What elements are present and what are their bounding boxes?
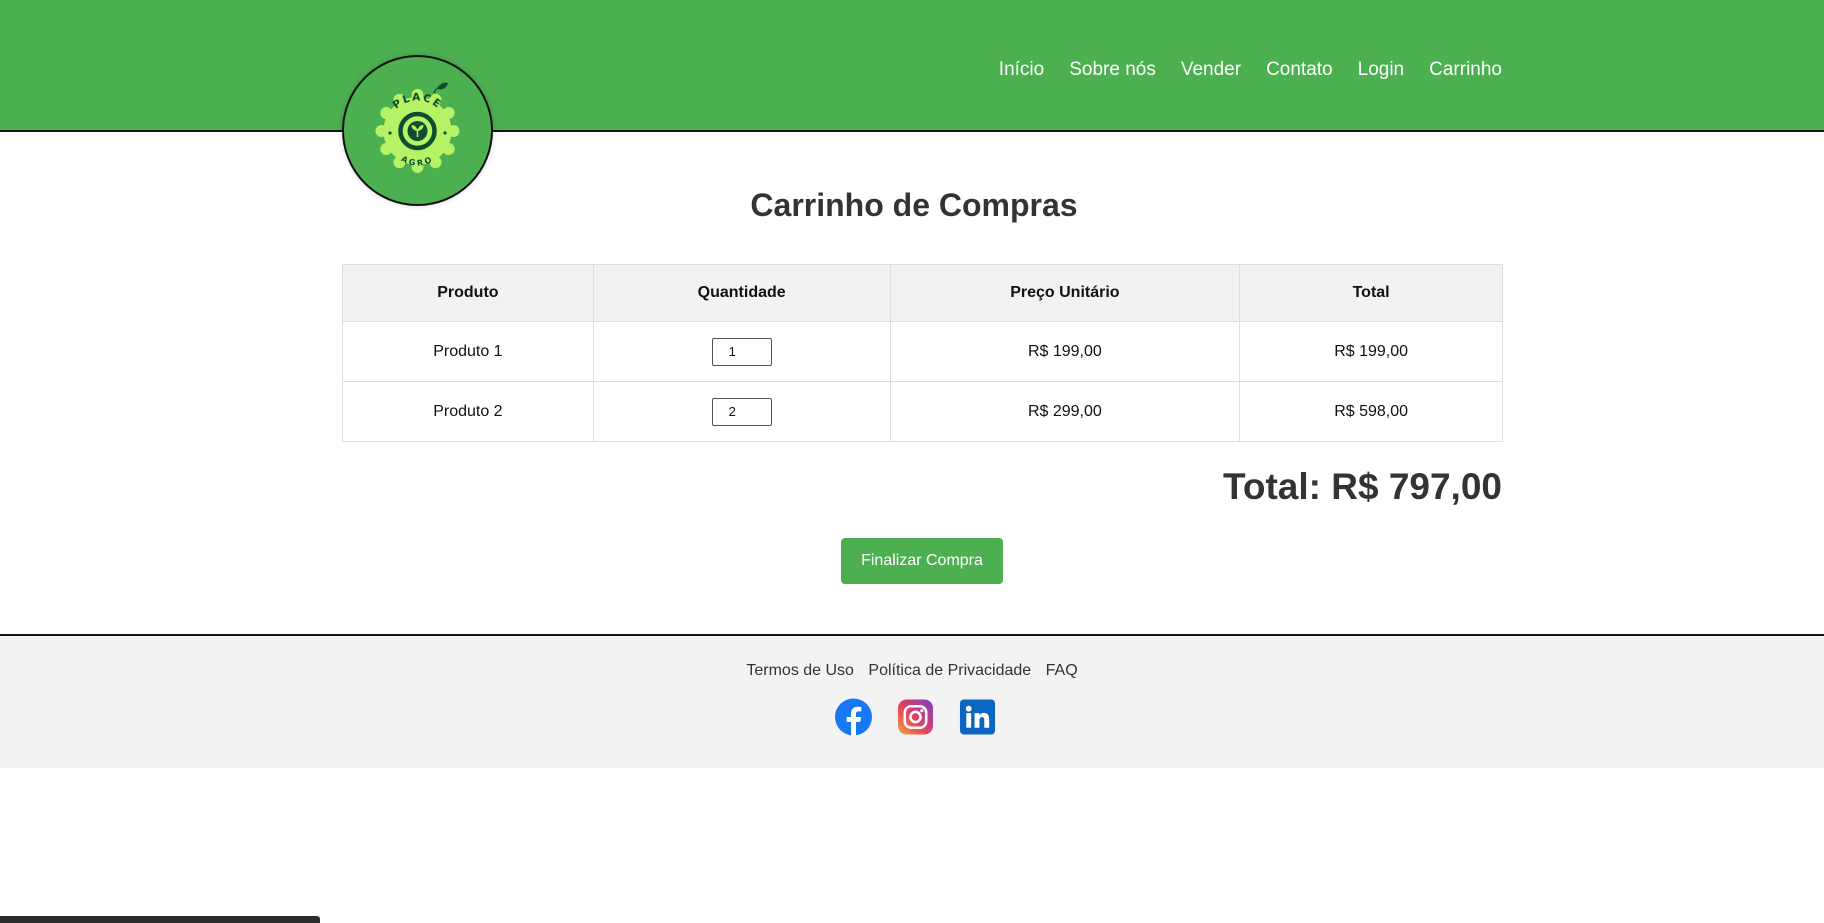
row-total: R$ 199,00 [1239,321,1503,382]
nav-link-carrinho[interactable]: Carrinho [1429,58,1502,82]
cart-table: Produto Quantidade Preço Unitário Total … [342,264,1503,442]
unit-price: R$ 199,00 [889,321,1241,382]
footer-link-faq[interactable]: FAQ [1046,662,1078,679]
column-header-preco-unitario: Preço Unitário [889,264,1241,322]
nav-link-sobre-nos[interactable]: Sobre nós [1069,58,1156,82]
column-header-produto: Produto [342,264,594,322]
table-row: Produto 2 R$ 299,00 R$ 598,00 [342,381,1503,442]
social-links [835,698,996,736]
grand-total: Total: R$ 797,00 [1223,466,1502,507]
linkedin-icon[interactable] [959,698,996,736]
instagram-icon[interactable] [897,698,934,736]
column-header-total: Total [1239,264,1503,322]
footer-link-privacidade[interactable]: Política de Privacidade [868,662,1031,679]
quantity-cell [592,321,891,382]
checkout-button[interactable]: Finalizar Compra [841,538,1003,584]
main-nav: Início Sobre nós Vender Contato Login Ca… [974,58,1502,82]
leaf-logo-icon: PLACE AGRO [375,82,460,173]
unit-price: R$ 299,00 [889,381,1241,442]
footer-link-termos[interactable]: Termos de Uso [746,662,854,679]
quantity-cell [592,381,891,442]
table-header-row: Produto Quantidade Preço Unitário Total [342,264,1503,322]
product-name: Produto 2 [342,381,594,442]
nav-link-login[interactable]: Login [1358,58,1405,82]
product-name: Produto 1 [342,321,594,382]
table-row: Produto 1 R$ 199,00 R$ 199,00 [342,321,1503,382]
facebook-icon[interactable] [835,698,872,736]
row-total: R$ 598,00 [1239,381,1503,442]
quantity-input[interactable] [711,397,772,426]
nav-link-vender[interactable]: Vender [1181,58,1241,82]
page: Início Sobre nós Vender Contato Login Ca… [0,0,1824,923]
quantity-input[interactable] [711,337,772,366]
site-logo[interactable]: PLACE AGRO [342,55,493,206]
site-header: Início Sobre nós Vender Contato Login Ca… [0,0,1824,132]
nav-link-inicio[interactable]: Início [999,58,1044,82]
site-footer: Termos de Uso Política de Privacidade FA… [0,634,1824,768]
footer-links: Termos de Uso Política de Privacidade FA… [0,662,1824,680]
nav-link-contato[interactable]: Contato [1266,58,1333,82]
column-header-quantidade: Quantidade [592,264,891,322]
browser-status-bar [0,916,320,923]
page-title: Carrinho de Compras [750,187,1078,223]
